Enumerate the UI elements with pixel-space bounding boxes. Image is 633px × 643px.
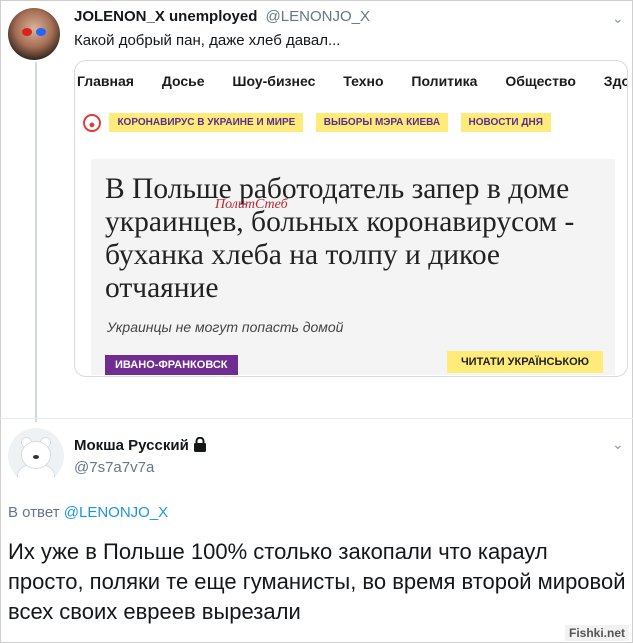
article-subtitle: Украинцы не могут попасть домой — [107, 319, 344, 335]
nav-item-politics[interactable]: Политика — [411, 73, 477, 89]
nav-item-showbiz[interactable]: Шоу-бизнес — [232, 73, 315, 89]
reply-mention-link[interactable]: @LENONJO_X — [64, 504, 168, 521]
site-watermark: Fishki.net — [564, 625, 629, 641]
display-name[interactable]: Мокша Русский — [74, 437, 189, 454]
avatar-eye-right — [36, 28, 46, 36]
display-name-row: Мокша Русский — [74, 436, 207, 456]
user-handle[interactable]: @LENONJO_X — [266, 8, 370, 25]
region-badge[interactable]: ИВАНО-ФРАНКОВСК — [105, 355, 238, 375]
site-nav: Главная Досье Шоу-бизнес Техно Политика … — [75, 73, 627, 89]
tag-coronavirus[interactable]: КОРОНАВИРУС В УКРАИНЕ И МИРЕ — [109, 113, 304, 132]
media-card[interactable]: Главная Досье Шоу-бизнес Техно Политика … — [74, 60, 628, 377]
translate-button[interactable]: ЧИТАТИ УКРАЇНСЬКОЮ — [446, 351, 603, 373]
tag-row: ● КОРОНАВИРУС В УКРАИНЕ И МИРЕ ВЫБОРЫ МЭ… — [83, 113, 559, 132]
avatar-eye-left — [22, 28, 32, 36]
tweet-text: Их уже в Польше 100% столько закопали чт… — [8, 539, 626, 624]
nav-item-dossier[interactable]: Досье — [162, 73, 205, 89]
display-name[interactable]: JOLENON_X unemployed — [74, 8, 257, 25]
avatar[interactable] — [8, 8, 60, 60]
fire-icon: ● — [83, 113, 101, 132]
watermark: ПолитСтеб — [215, 197, 288, 212]
nav-item-health[interactable]: Здоровье — [604, 73, 627, 89]
bear-nose — [33, 455, 39, 459]
tag-elections[interactable]: ВЫБОРЫ МЭРА КИЕВА — [315, 113, 449, 132]
chevron-down-icon[interactable]: ⌄ — [612, 436, 624, 453]
avatar[interactable] — [8, 428, 64, 484]
article-block: В Польше работодатель запер в доме украи… — [91, 159, 615, 375]
nav-item-tech[interactable]: Техно — [343, 73, 383, 89]
tweet-divider — [0, 418, 633, 419]
tweet-header: JOLENON_X unemployed @LENONJO_X — [74, 8, 370, 25]
chevron-down-icon[interactable]: ⌄ — [612, 10, 624, 27]
tag-news[interactable]: НОВОСТИ ДНЯ — [460, 113, 551, 132]
thread-line — [35, 62, 37, 422]
reply-context: В ответ @LENONJO_X — [8, 504, 168, 521]
user-handle[interactable]: @7s7a7v7a — [74, 459, 154, 476]
nav-item-society[interactable]: Общество — [505, 73, 576, 89]
lock-icon — [193, 436, 207, 456]
tweet-text: Какой добрый пан, даже хлеб давал... — [74, 32, 341, 49]
article-headline[interactable]: В Польше работодатель запер в доме украи… — [105, 173, 610, 305]
reply-prefix: В ответ — [8, 504, 60, 521]
nav-item-home[interactable]: Главная — [77, 73, 134, 89]
